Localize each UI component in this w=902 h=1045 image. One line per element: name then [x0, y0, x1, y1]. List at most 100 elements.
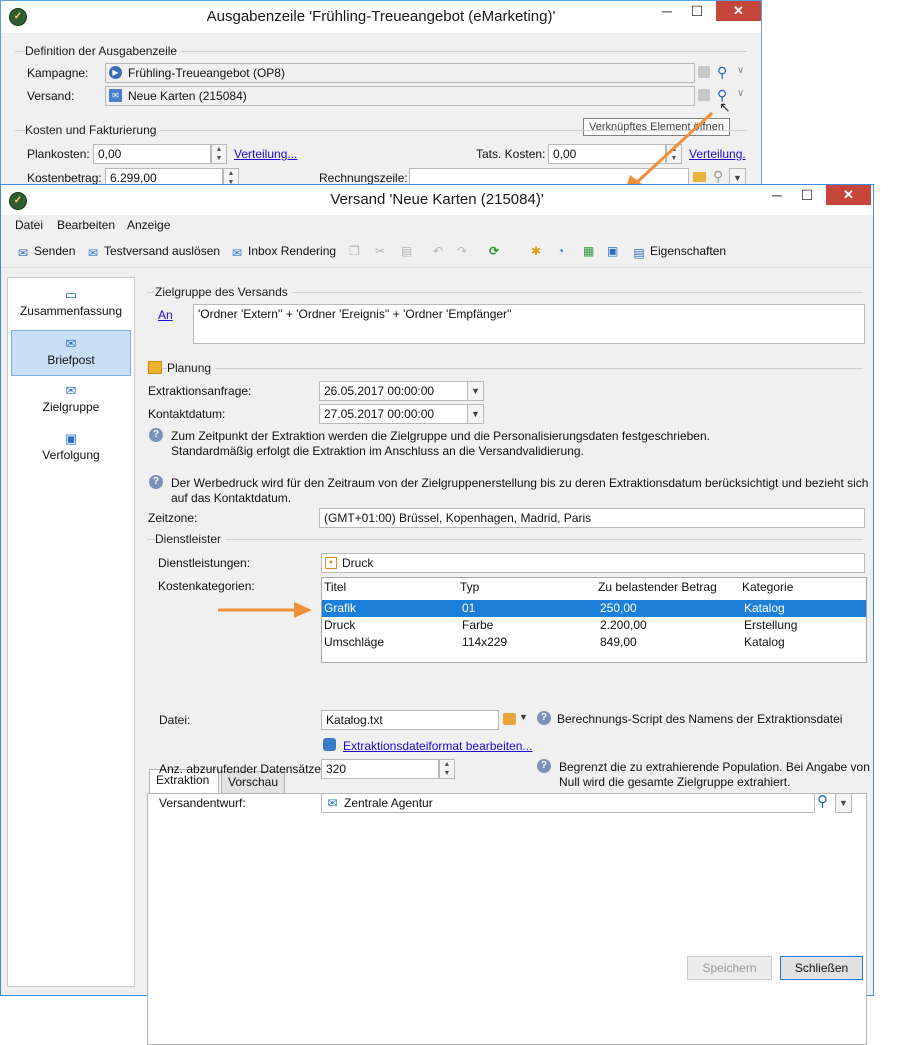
copy-icon[interactable]: ❐	[349, 244, 360, 258]
records-help-1: Begrenzt die zu extrahierende Population…	[559, 760, 870, 774]
distribution-link[interactable]: Verteilung...	[234, 147, 297, 161]
table-row[interactable]: Grafik 01 250,00 Katalog	[322, 600, 866, 617]
tab-panel	[147, 793, 867, 1045]
menu-view[interactable]: Anzeige	[127, 218, 170, 232]
gift-icon[interactable]: ✱	[531, 244, 541, 258]
sidebar-item-mail[interactable]: ✉ Briefpost	[11, 330, 131, 376]
extraction-date-dropdown[interactable]: ▼	[467, 381, 484, 401]
service-icon: ●	[325, 557, 337, 569]
target-field[interactable]: 'Ordner 'Extern'' + 'Ordner 'Ereignis'' …	[193, 304, 865, 344]
planned-cost-stepper[interactable]: ▲ ▼	[211, 144, 227, 164]
test-send-button[interactable]: ✉ Testversand auslösen	[85, 244, 220, 260]
script-icon[interactable]	[503, 713, 516, 725]
column-header-type[interactable]: Typ	[460, 580, 479, 594]
help-icon: ?	[537, 759, 551, 773]
test-send-icon: ✉	[87, 246, 99, 260]
contact-date-dropdown[interactable]: ▼	[467, 404, 484, 424]
chevron-down-icon[interactable]: ▼	[519, 712, 528, 722]
delivery-label: Versand:	[27, 89, 75, 103]
column-header-amount[interactable]: Zu belastender Betrag	[598, 580, 717, 594]
search-icon[interactable]: ⚲	[717, 64, 727, 81]
help-icon: ?	[537, 711, 551, 725]
records-stepper[interactable]: ▲ ▼	[439, 759, 455, 779]
column-header-category[interactable]: Kategorie	[742, 580, 793, 594]
chevron-down-icon[interactable]: ∨	[737, 88, 744, 99]
column-header-title[interactable]: Titel	[324, 580, 346, 594]
search-icon[interactable]: ⚲	[817, 792, 828, 810]
maximize-icon[interactable]: ☐	[793, 185, 821, 205]
table-row[interactable]: Umschläge 114x229 849,00 Katalog	[322, 634, 866, 651]
main-titlebar: ✓ Versand 'Neue Karten (215084)' ─ ☐ ✕	[1, 185, 873, 215]
records-input[interactable]: 320	[321, 759, 439, 779]
cost-amount-label: Kostenbetrag:	[27, 171, 102, 185]
calendar-icon	[148, 361, 162, 374]
campaign-field[interactable]: Frühling-Treueangebot (OP8)	[105, 63, 695, 83]
delivery-field[interactable]: Neue Karten (215084)	[105, 86, 695, 106]
group-target: Zielgruppe des Versands	[155, 285, 292, 299]
close-icon[interactable]: ✕	[716, 1, 761, 21]
paste-icon[interactable]: ▤	[401, 244, 412, 258]
timezone-field[interactable]: (GMT+01:00) Brüssel, Kopenhagen, Madrid,…	[319, 508, 865, 528]
cut-icon[interactable]: ✂	[375, 244, 385, 258]
group-planning: Planung	[167, 361, 216, 375]
invoice-line-label: Rechnungszeile:	[319, 171, 408, 185]
records-help-2: Null wird die gesamte Zielgruppe extrahi…	[559, 775, 791, 789]
delivery-icon: ✉	[109, 89, 122, 102]
menu-file[interactable]: Datei	[15, 218, 43, 232]
planned-cost-input[interactable]: 0,00	[93, 144, 211, 164]
help-icon: ?	[149, 428, 163, 442]
folder-icon[interactable]	[698, 66, 710, 78]
extraction-label: Extraktionsanfrage:	[148, 384, 252, 398]
cost-categories-label: Kostenkategorien:	[158, 579, 255, 593]
file-input[interactable]: Katalog.txt	[321, 710, 499, 730]
save-button[interactable]: Speichern	[687, 956, 772, 980]
contact-label: Kontaktdatum:	[148, 407, 226, 421]
campaign-label: Kampagne:	[27, 66, 89, 80]
draft-label: Versandentwurf:	[159, 796, 246, 810]
analyze-icon[interactable]: ◔	[557, 244, 564, 258]
actual-cost-label: Tats. Kosten:	[476, 147, 546, 161]
sidebar-item-tracking[interactable]: ▣ Verfolgung	[11, 426, 131, 472]
to-link[interactable]: An	[158, 308, 173, 322]
target-icon: ✉	[65, 383, 77, 398]
group-costs: Kosten und Fakturierung	[25, 123, 161, 137]
group-definition: Definition der Ausgabenzeile	[25, 44, 182, 58]
campaign-icon: ▶	[109, 66, 122, 79]
chevron-down-icon[interactable]: ∨	[737, 65, 744, 76]
close-button[interactable]: Schließen	[780, 956, 863, 980]
table-row[interactable]: Druck Farbe 2.200,00 Erstellung	[322, 617, 866, 634]
refresh-icon[interactable]: ⟳	[489, 244, 499, 258]
redo-icon[interactable]: ↷	[457, 244, 467, 258]
mail-icon: ✉	[65, 336, 77, 351]
format-link[interactable]: Extraktionsdateiformat bearbeiten...	[343, 739, 532, 753]
folder-icon[interactable]	[698, 89, 710, 101]
draft-field[interactable]: Zentrale Agentur	[321, 793, 815, 813]
sidebar-item-summary[interactable]: ▭ Zusammenfassung	[11, 282, 131, 328]
inbox-rendering-icon: ✉	[231, 246, 243, 260]
content-area: Zielgruppe des Versands An 'Ordner 'Exte…	[141, 277, 868, 1045]
undo-icon[interactable]: ↶	[433, 244, 443, 258]
contact-date-input[interactable]: 27.05.2017 00:00:00	[319, 404, 469, 424]
maximize-icon[interactable]: ☐	[683, 1, 711, 21]
menu-bar: Datei Bearbeiten Anzeige	[1, 215, 873, 235]
window-title: Versand 'Neue Karten (215084)'	[330, 191, 544, 208]
minimize-icon[interactable]: ─	[763, 185, 791, 205]
minimize-icon[interactable]: ─	[653, 1, 681, 21]
draft-dropdown[interactable]: ▼	[835, 793, 852, 813]
bg-window-title: Ausgabenzeile 'Frühling-Treueangebot (eM…	[206, 8, 556, 25]
extraction-date-input[interactable]: 26.05.2017 00:00:00	[319, 381, 469, 401]
services-field[interactable]: Druck	[321, 553, 865, 573]
properties-button[interactable]: ▤ Eigenschaften	[631, 244, 726, 260]
inbox-rendering-button[interactable]: ✉ Inbox Rendering	[229, 244, 336, 260]
send-button[interactable]: ✉ Senden	[15, 244, 75, 260]
help-icon: ?	[149, 475, 163, 489]
toolbar: ✉ Senden ✉ Testversand auslösen ✉ Inbox Ren…	[1, 237, 873, 268]
close-icon[interactable]: ✕	[826, 185, 871, 205]
menu-edit[interactable]: Bearbeiten	[57, 218, 115, 232]
bg-titlebar: ✓ Ausgabenzeile 'Frühling-Treueangebot (…	[1, 1, 761, 33]
calculator-icon[interactable]: ▦	[583, 244, 594, 258]
sidebar-item-target[interactable]: ✉ Zielgruppe	[11, 378, 131, 424]
delivery-window: ✓ Versand 'Neue Karten (215084)' ─ ☐ ✕ D…	[0, 184, 874, 1045]
database-icon	[323, 738, 336, 751]
export-icon[interactable]: ▣	[607, 244, 618, 258]
